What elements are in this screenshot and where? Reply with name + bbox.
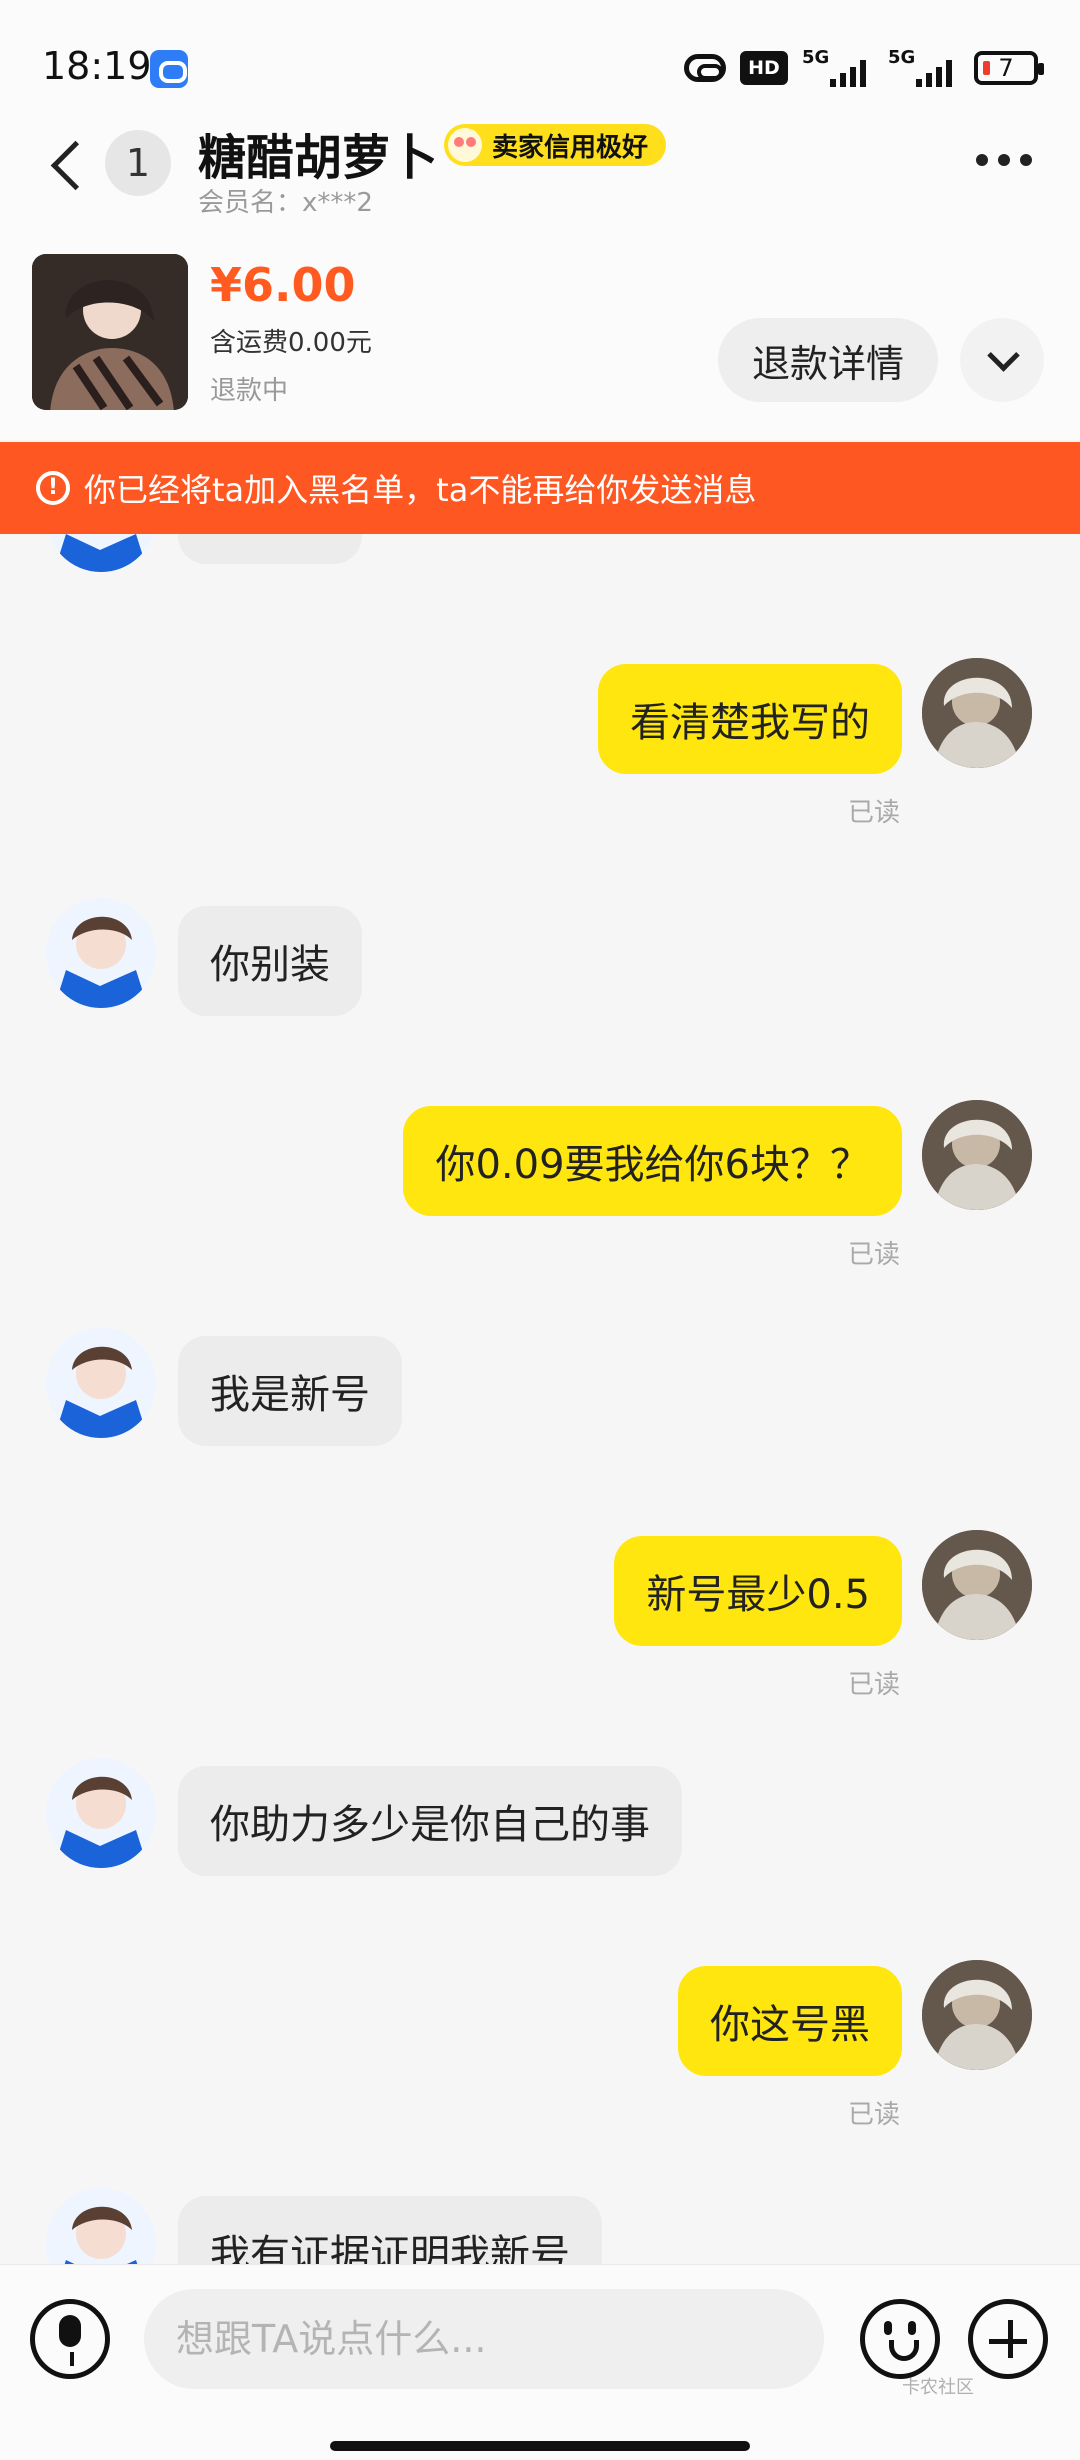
message-row: 你这号黑 已读 [0, 1960, 1080, 2130]
read-receipt: 已读 [847, 1670, 900, 1700]
outgoing-message-bubble[interactable]: 你0.09要我给你6块？？ [403, 1106, 902, 1216]
signal-icon-1: 5G [802, 47, 874, 89]
credit-badge-label: 卖家信用极好 [492, 132, 649, 163]
banner-text: 你已经将ta加入黑名单，ta不能再给你发送消息 [84, 471, 757, 509]
my-avatar[interactable] [922, 1960, 1032, 2070]
read-receipt: 已读 [847, 798, 900, 828]
order-price: ¥6.00 [210, 258, 356, 312]
microphone-icon[interactable] [30, 2299, 110, 2379]
status-time: 18:19 [42, 44, 152, 88]
battery-icon: 7 [974, 51, 1044, 85]
product-thumbnail[interactable] [32, 254, 188, 410]
back-button[interactable] [42, 130, 92, 200]
warning-icon: ! [36, 471, 70, 505]
contact-avatar[interactable] [46, 1758, 156, 1868]
seller-credit-badge[interactable]: 卖家信用极好 [444, 124, 667, 166]
contact-nickname[interactable]: 糖醋胡萝卜 [198, 118, 438, 188]
message-row: 你0.09要我给你6块？？ 已读 [0, 1100, 1080, 1270]
blacklist-warning-banner: ! 你已经将ta加入黑名单，ta不能再给你发送消息 [0, 442, 1080, 534]
incoming-message-bubble[interactable]: 你助力多少是你自己的事 [178, 1766, 682, 1876]
chat-page: 18:19 HD 5G 5G 7 1 糖醋胡萝卜 卖家信用极好 会员名：x***… [0, 0, 1080, 2460]
message-list[interactable]: 不可能 看清楚我写的 已读 你别装 你0.09要我给你6块？？ 已读 [0, 534, 1080, 2264]
message-input[interactable] [144, 2289, 824, 2389]
emoji-icon[interactable] [860, 2299, 940, 2379]
outgoing-message-bubble[interactable]: 你这号黑 [678, 1966, 902, 2076]
contact-avatar[interactable] [46, 1328, 156, 1438]
product-photo [32, 254, 188, 410]
incoming-message-bubble[interactable]: 我是新号 [178, 1336, 402, 1446]
order-status: 退款中 [210, 376, 289, 406]
my-avatar[interactable] [922, 658, 1032, 768]
watermark: 卡农社区 [902, 2377, 974, 2398]
status-icons: HD 5G 5G 7 [684, 44, 1044, 92]
chat-header: 1 糖醋胡萝卜 卖家信用极好 会员名：x***2 [0, 110, 1080, 250]
message-row: 看清楚我写的 已读 [0, 658, 1080, 828]
hd-icon: HD [740, 51, 788, 85]
refund-details-button[interactable]: 退款详情 [718, 318, 938, 402]
app-shortcut-icon [150, 50, 188, 88]
chevron-down-icon[interactable] [960, 318, 1044, 402]
link-icon [684, 54, 726, 82]
message-row: 你助力多少是你自己的事 [0, 1758, 1080, 1916]
message-row: 我有证据证明我新号 [0, 2188, 1080, 2264]
unread-count-badge[interactable]: 1 [105, 130, 171, 196]
shipping-fee: 含运费0.00元 [210, 328, 372, 358]
member-name: 会员名：x***2 [198, 188, 373, 218]
signal-icon-2: 5G [888, 47, 960, 89]
my-avatar[interactable] [922, 1530, 1032, 1640]
message-row: 你别装 [0, 898, 1080, 1056]
message-row: 我是新号 [0, 1328, 1080, 1486]
order-card[interactable]: ¥6.00 含运费0.00元 退款中 退款详情 [0, 250, 1080, 440]
contact-avatar[interactable] [46, 534, 156, 572]
contact-avatar[interactable] [46, 898, 156, 1008]
outgoing-message-bubble[interactable]: 新号最少0.5 [614, 1536, 902, 1646]
credit-emoji-icon [448, 128, 482, 162]
my-avatar[interactable] [922, 1100, 1032, 1210]
read-receipt: 已读 [847, 2100, 900, 2130]
read-receipt: 已读 [847, 1240, 900, 1270]
more-options-icon[interactable] [976, 148, 1038, 172]
outgoing-message-bubble[interactable]: 看清楚我写的 [598, 664, 902, 774]
plus-icon[interactable] [968, 2299, 1048, 2379]
incoming-message-bubble[interactable]: 我有证据证明我新号 [178, 2196, 602, 2264]
incoming-message-bubble[interactable]: 不可能 [178, 534, 362, 564]
contact-avatar[interactable] [46, 2188, 156, 2264]
message-input-bar: 卡农社区 [0, 2264, 1080, 2460]
message-row: 不可能 [0, 534, 1080, 604]
home-indicator[interactable] [330, 2441, 750, 2451]
message-row: 新号最少0.5 已读 [0, 1530, 1080, 1700]
incoming-message-bubble[interactable]: 你别装 [178, 906, 362, 1016]
